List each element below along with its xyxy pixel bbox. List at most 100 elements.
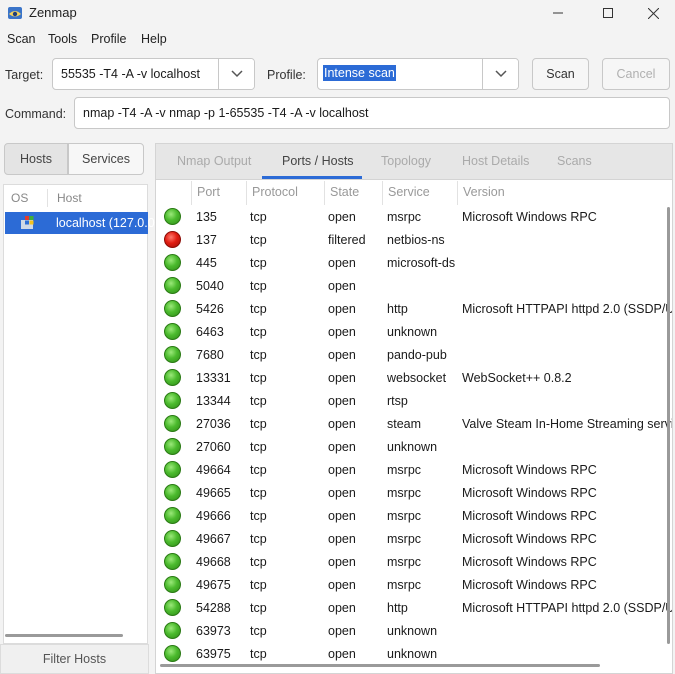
profile-value[interactable]: Intense scan [323, 65, 396, 81]
menu-profile[interactable]: Profile [91, 32, 126, 46]
table-row[interactable]: 13331 tcp open websocket WebSocket++ 0.8.2 [156, 367, 666, 390]
tab-host-details[interactable]: Host Details [462, 154, 529, 168]
services-toggle-button[interactable]: Services [68, 143, 144, 175]
column-divider [191, 181, 192, 205]
table-row[interactable]: 13344 tcp open rtsp [156, 390, 666, 413]
tab-topology[interactable]: Topology [381, 154, 431, 168]
protocol-cell: tcp [250, 233, 267, 247]
hosts-toggle-button[interactable]: Hosts [4, 143, 68, 175]
service-cell: http [387, 601, 408, 615]
ports-table-horizontal-scrollbar[interactable] [160, 664, 600, 667]
port-cell: 63975 [196, 647, 231, 661]
table-row[interactable]: 27060 tcp open unknown [156, 436, 666, 459]
menu-help[interactable]: Help [141, 32, 167, 46]
version-cell: Microsoft Windows RPC [462, 555, 597, 569]
table-row[interactable]: 54288 tcp open http Microsoft HTTPAPI httpd … [156, 597, 672, 620]
state-cell: open [328, 302, 356, 316]
service-cell: unknown [387, 325, 438, 339]
table-row[interactable]: 63973 tcp open unknown [156, 620, 666, 643]
port-cell: 63973 [196, 624, 231, 638]
target-input[interactable]: 55535 -T4 -A -v localhost [61, 67, 200, 81]
table-row[interactable]: 137 tcp filtered netbios-ns [156, 229, 666, 252]
version-cell: Microsoft Windows RPC [462, 578, 597, 592]
target-combo[interactable]: 55535 -T4 -A -v localhost [52, 58, 255, 90]
close-icon[interactable] [630, 0, 675, 26]
service-cell: msrpc [387, 486, 422, 500]
cancel-button[interactable]: Cancel [602, 58, 670, 90]
column-divider [47, 189, 48, 207]
column-header-service[interactable]: Service [388, 185, 430, 199]
minimize-icon[interactable] [535, 0, 581, 26]
state-cell: open [328, 371, 356, 385]
table-row[interactable]: 49666 tcp open msrpc Microsoft Windows RPC [156, 505, 666, 528]
port-open-icon [164, 576, 181, 593]
table-row[interactable]: 5426 tcp open http Microsoft HTTPAPI httpd 2… [156, 298, 672, 321]
column-header-host[interactable]: Host [57, 191, 82, 205]
port-open-icon [164, 484, 181, 501]
port-open-icon [164, 553, 181, 570]
ports-table-vertical-scrollbar[interactable] [667, 207, 670, 644]
port-cell: 7680 [196, 348, 224, 362]
table-row[interactable]: 445 tcp open microsoft-ds [156, 252, 666, 275]
column-header-state[interactable]: State [330, 185, 359, 199]
column-header-protocol[interactable]: Protocol [252, 185, 298, 199]
table-row[interactable]: 49665 tcp open msrpc Microsoft Windows RPC [156, 482, 666, 505]
table-row[interactable]: 49675 tcp open msrpc Microsoft Windows RPC [156, 574, 666, 597]
table-row[interactable]: 49664 tcp open msrpc Microsoft Windows RPC [156, 459, 666, 482]
table-row[interactable]: 135 tcp open msrpc Microsoft Windows RPC [156, 206, 666, 229]
port-open-icon [164, 254, 181, 271]
profile-dropdown-button[interactable] [482, 59, 518, 89]
command-field[interactable]: nmap -T4 -A -v nmap -p 1-65535 -T4 -A -v… [74, 97, 670, 129]
state-cell: open [328, 348, 356, 362]
state-cell: open [328, 256, 356, 270]
host-row-localhost[interactable]: localhost (127.0.0.1) [5, 212, 169, 234]
table-row[interactable]: 63975 tcp open unknown [156, 643, 666, 666]
tab-scans[interactable]: Scans [557, 154, 592, 168]
port-cell: 5426 [196, 302, 224, 316]
profile-label: Profile: [267, 68, 306, 82]
column-header-port[interactable]: Port [197, 185, 220, 199]
state-cell: open [328, 486, 356, 500]
tab-ports-hosts[interactable]: Ports / Hosts [282, 154, 354, 168]
column-header-os[interactable]: OS [11, 191, 28, 205]
target-dropdown-button[interactable] [218, 59, 254, 89]
scan-button[interactable]: Scan [532, 58, 589, 90]
port-cell: 6463 [196, 325, 224, 339]
host-list-scrollbar[interactable] [5, 634, 123, 637]
port-open-icon [164, 300, 181, 317]
table-row[interactable]: 5040 tcp open [156, 275, 666, 298]
column-header-version[interactable]: Version [463, 185, 505, 199]
port-open-icon [164, 415, 181, 432]
version-cell: Microsoft Windows RPC [462, 532, 597, 546]
service-cell: pando-pub [387, 348, 447, 362]
state-cell: open [328, 578, 356, 592]
table-row[interactable]: 27036 tcp open steam Valve Steam In-Home Str… [156, 413, 672, 436]
port-cell: 13331 [196, 371, 231, 385]
version-cell: Microsoft HTTPAPI httpd 2.0 (SSDP/UPnP) [462, 302, 672, 316]
state-cell: open [328, 394, 356, 408]
state-cell: open [328, 210, 356, 224]
protocol-cell: tcp [250, 624, 267, 638]
protocol-cell: tcp [250, 256, 267, 270]
table-row[interactable]: 7680 tcp open pando-pub [156, 344, 666, 367]
menu-tools[interactable]: Tools [48, 32, 77, 46]
service-cell: websocket [387, 371, 447, 385]
protocol-cell: tcp [250, 578, 267, 592]
table-row[interactable]: 6463 tcp open unknown [156, 321, 666, 344]
protocol-cell: tcp [250, 509, 267, 523]
command-input[interactable]: nmap -T4 -A -v nmap -p 1-65535 -T4 -A -v… [83, 106, 369, 120]
host-name: localhost (127.0.0.1) [56, 216, 170, 230]
port-open-icon [164, 507, 181, 524]
tab-nmap-output[interactable]: Nmap Output [177, 154, 251, 168]
maximize-icon[interactable] [585, 0, 631, 26]
table-row[interactable]: 49668 tcp open msrpc Microsoft Windows RPC [156, 551, 666, 574]
menu-scan[interactable]: Scan [7, 32, 36, 46]
filter-hosts-button[interactable]: Filter Hosts [0, 644, 149, 674]
port-cell: 5040 [196, 279, 224, 293]
table-row[interactable]: 49667 tcp open msrpc Microsoft Windows RPC [156, 528, 666, 551]
profile-combo[interactable]: Intense scan [317, 58, 519, 90]
service-cell: unknown [387, 647, 438, 661]
chevron-down-icon [494, 70, 507, 78]
port-cell: 137 [196, 233, 217, 247]
state-cell: open [328, 463, 356, 477]
